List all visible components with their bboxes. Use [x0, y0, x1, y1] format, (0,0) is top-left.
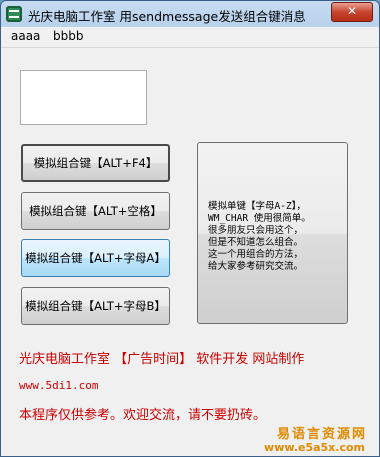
- main-window: 光庆电脑工作室 用sendmessage发送组合键消息 ✕ aaaa bbbb …: [0, 0, 380, 457]
- close-button[interactable]: ✕: [331, 2, 373, 22]
- single-key-line: 给大家参考研究交流。: [208, 261, 304, 272]
- menu-item-bbbb[interactable]: bbbb: [53, 29, 83, 43]
- menu-bar: aaaa bbbb: [1, 27, 379, 48]
- menu-item-aaaa[interactable]: aaaa: [11, 29, 40, 43]
- single-key-button[interactable]: 模拟单键【字母A-Z】， WM_CHAR 使用很简单。 很多朋友只会用这个， 但…: [197, 142, 348, 324]
- website-link[interactable]: www.5di1.com: [19, 379, 98, 392]
- alt-b-button[interactable]: 模拟组合键【ALT+字母B】: [21, 287, 170, 325]
- single-key-line: 但是不知道怎么组合。: [208, 237, 304, 248]
- alt-a-button[interactable]: 模拟组合键【ALT+字母A】: [21, 239, 170, 277]
- ad-label: 光庆电脑工作室 【广告时间】 软件开发 网站制作: [19, 352, 305, 367]
- text-input-box[interactable]: [20, 70, 147, 125]
- single-key-line: 这一个用组合的方法，: [208, 249, 304, 260]
- single-key-line: 模拟单键【字母A-Z】，: [208, 201, 306, 212]
- window-title: 光庆电脑工作室 用sendmessage发送组合键消息: [28, 9, 306, 24]
- alt-f4-button[interactable]: 模拟组合键【ALT+F4】: [21, 144, 170, 182]
- single-key-line: 很多朋友只会用这个，: [208, 225, 304, 236]
- client-area: 模拟组合键【ALT+F4】 模拟组合键【ALT+空格】 模拟组合键【ALT+字母…: [1, 48, 379, 456]
- alt-space-button[interactable]: 模拟组合键【ALT+空格】: [21, 192, 170, 230]
- app-icon: [6, 6, 22, 22]
- single-key-line: WM_CHAR 使用很简单。: [208, 213, 311, 224]
- title-bar[interactable]: 光庆电脑工作室 用sendmessage发送组合键消息 ✕: [1, 1, 379, 27]
- watermark-url: www.e5a5x.com: [264, 441, 365, 454]
- notice-label: 本程序仅供参考。欢迎交流，请不要扔砖。: [19, 408, 267, 423]
- watermark-title: 易语言资源网: [276, 427, 367, 442]
